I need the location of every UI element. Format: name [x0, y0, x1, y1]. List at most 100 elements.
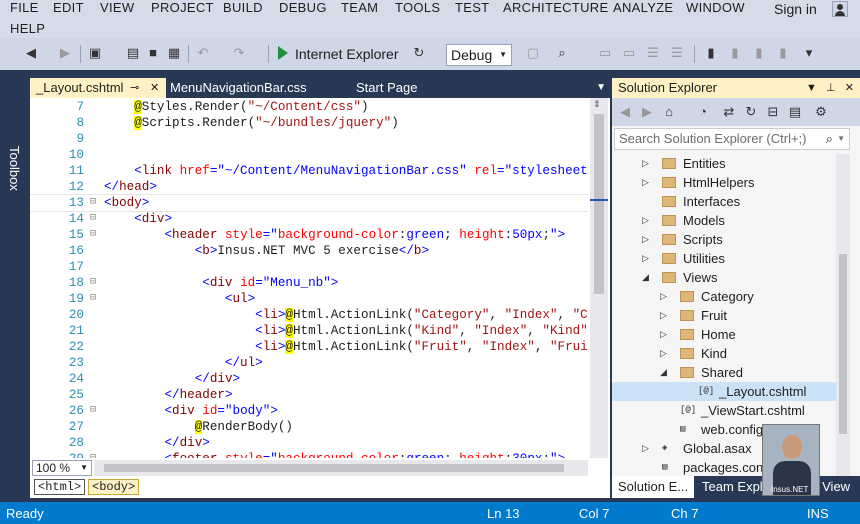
- code-area[interactable]: 7 @Styles.Render("~/Content/css") 8 @Scri…: [30, 98, 588, 458]
- back-icon[interactable]: ◀: [616, 103, 634, 121]
- pin-icon[interactable]: ⊸: [130, 78, 139, 98]
- tab-menunavigationbar-css[interactable]: MenuNavigationBar.css: [164, 78, 344, 98]
- tree-item[interactable]: Interfaces: [612, 192, 836, 211]
- solution-explorer-search[interactable]: Search Solution Explorer (Ctrl+;) ⌕ ▼: [614, 128, 850, 150]
- code-line[interactable]: 7 @Styles.Render("~/Content/css"): [30, 99, 588, 115]
- code-line[interactable]: 9: [30, 131, 588, 147]
- collapsed-arrow-icon[interactable]: ▷: [660, 344, 667, 363]
- code-line[interactable]: 8 @Scripts.Render("~/bundles/jquery"): [30, 115, 588, 131]
- tab-overflow-icon[interactable]: ▼: [596, 78, 606, 98]
- fold-toggle-icon[interactable]: ⊟: [90, 227, 102, 243]
- menu-architecture[interactable]: ARCHITECTURE: [503, 1, 608, 15]
- pin-icon[interactable]: ⊥: [826, 82, 836, 94]
- tab-solution-explorer[interactable]: Solution E...: [612, 476, 694, 498]
- collapsed-arrow-icon[interactable]: ▷: [642, 249, 649, 268]
- code-line[interactable]: 14 ⊟ <div>: [30, 211, 588, 227]
- user-icon[interactable]: [832, 1, 848, 17]
- fold-toggle-icon[interactable]: ⊟: [90, 195, 102, 211]
- scrollbar-thumb[interactable]: [839, 254, 847, 434]
- code-line[interactable]: 10: [30, 147, 588, 163]
- collapsed-arrow-icon[interactable]: ▷: [660, 306, 667, 325]
- zoom-select[interactable]: 100 % ▼: [32, 460, 92, 476]
- tree-item[interactable]: ▷ Kind: [612, 344, 836, 363]
- start-debugging-icon[interactable]: [278, 46, 288, 60]
- code-line[interactable]: 25 </header>: [30, 387, 588, 403]
- redo-icon[interactable]: ↷: [230, 44, 248, 62]
- fold-toggle-icon[interactable]: ⊟: [90, 211, 102, 227]
- collapsed-arrow-icon[interactable]: ▷: [642, 439, 649, 458]
- clear-bookmarks-icon[interactable]: ▮: [774, 44, 792, 62]
- code-line[interactable]: 20 <li>@Html.ActionLink("Category", "Ind…: [30, 307, 588, 323]
- navigate-back-icon[interactable]: ◀: [22, 44, 40, 62]
- menu-help[interactable]: HELP: [10, 22, 45, 36]
- menu-file[interactable]: FILE: [10, 1, 39, 15]
- code-line[interactable]: 13 ⊟ <body>: [30, 194, 588, 212]
- save-all-icon[interactable]: ▦: [165, 44, 183, 62]
- tree-item[interactable]: ▷ Entities: [612, 154, 836, 173]
- chevron-down-icon[interactable]: ▼: [837, 129, 845, 149]
- new-project-icon[interactable]: ▣: [86, 44, 104, 62]
- find-in-files-icon[interactable]: ⌕: [553, 44, 571, 62]
- sync-icon[interactable]: ⇄: [720, 103, 738, 121]
- next-bookmark-icon[interactable]: ▮: [750, 44, 768, 62]
- code-line[interactable]: 17: [30, 259, 588, 275]
- tree-item[interactable]: ▷ Category: [612, 287, 836, 306]
- menu-team[interactable]: TEAM: [341, 1, 378, 15]
- menu-window[interactable]: WINDOW: [686, 1, 745, 15]
- run-target-label[interactable]: Internet Explorer: [295, 46, 399, 62]
- editor-vertical-scrollbar[interactable]: ⇕: [590, 98, 608, 458]
- undo-icon[interactable]: ↶: [194, 44, 212, 62]
- tree-item[interactable]: ▷ HtmlHelpers: [612, 173, 836, 192]
- search-icon[interactable]: ⌕: [826, 129, 833, 149]
- forward-icon[interactable]: ▶: [638, 103, 656, 121]
- code-line[interactable]: 24 </div>: [30, 371, 588, 387]
- tree-item[interactable]: ◢ Views: [612, 268, 836, 287]
- editor-horizontal-scrollbar[interactable]: [94, 460, 588, 476]
- show-all-files-icon[interactable]: ▤: [786, 103, 804, 121]
- fold-toggle-icon[interactable]: ⊟: [90, 275, 102, 291]
- expanded-arrow-icon[interactable]: ◢: [642, 268, 649, 287]
- code-line[interactable]: 18 ⊟ <div id="Menu_nb">: [30, 275, 588, 291]
- tree-item[interactable]: [@] _Layout.cshtml: [612, 382, 836, 401]
- close-icon[interactable]: ✕: [845, 82, 854, 94]
- collapsed-arrow-icon[interactable]: ▷: [642, 230, 649, 249]
- code-line[interactable]: 21 <li>@Html.ActionLink("Kind", "Index",…: [30, 323, 588, 339]
- scrollbar-thumb[interactable]: [594, 114, 604, 294]
- tree-item[interactable]: ▷ Home: [612, 325, 836, 344]
- attach-icon[interactable]: ▢: [524, 44, 542, 62]
- code-line[interactable]: 11 <link href="~/Content/MenuNavigationB…: [30, 163, 588, 179]
- collapsed-arrow-icon[interactable]: ▷: [642, 154, 649, 173]
- open-file-icon[interactable]: ▤: [124, 44, 142, 62]
- code-line[interactable]: 27 @RenderBody(): [30, 419, 588, 435]
- breadcrumb-html[interactable]: <html>: [34, 479, 86, 495]
- fold-toggle-icon[interactable]: ⊟: [90, 291, 102, 307]
- toolbox-tab[interactable]: Toolbox: [7, 146, 22, 191]
- home-icon[interactable]: ⌂: [660, 103, 678, 121]
- fold-toggle-icon[interactable]: ⊟: [90, 403, 102, 419]
- tree-vertical-scrollbar[interactable]: [836, 154, 850, 476]
- indent-icon[interactable]: ☰: [644, 44, 662, 62]
- menu-edit[interactable]: EDIT: [53, 1, 84, 15]
- properties-icon[interactable]: ⚙: [812, 103, 830, 121]
- uncomment-icon[interactable]: ▭: [620, 44, 638, 62]
- scrollbar-thumb[interactable]: [104, 464, 564, 472]
- collapsed-arrow-icon[interactable]: ▷: [642, 211, 649, 230]
- collapse-all-icon[interactable]: ⊟: [764, 103, 782, 121]
- code-line[interactable]: 23 </ul>: [30, 355, 588, 371]
- outdent-icon[interactable]: ☰: [668, 44, 686, 62]
- prev-bookmark-icon[interactable]: ▮: [726, 44, 744, 62]
- menu-project[interactable]: PROJECT: [151, 1, 214, 15]
- code-line[interactable]: 15 ⊟ <header style="background-color:gree…: [30, 227, 588, 243]
- tree-item[interactable]: ◢ Shared: [612, 363, 836, 382]
- sign-in-link[interactable]: Sign in: [774, 1, 817, 17]
- code-line[interactable]: 12 </head>: [30, 179, 588, 195]
- tree-item[interactable]: ▷ Scripts: [612, 230, 836, 249]
- tab-layout-cshtml[interactable]: _Layout.cshtml ⊸ ✕: [30, 78, 166, 98]
- code-line[interactable]: 22 <li>@Html.ActionLink("Fruit", "Index"…: [30, 339, 588, 355]
- tree-item[interactable]: [@] _ViewStart.cshtml: [612, 401, 836, 420]
- tree-item[interactable]: ▷ Fruit: [612, 306, 836, 325]
- menu-debug[interactable]: DEBUG: [279, 1, 327, 15]
- tab-start-page[interactable]: Start Page: [350, 78, 460, 98]
- collapsed-arrow-icon[interactable]: ▷: [660, 325, 667, 344]
- menu-test[interactable]: TEST: [455, 1, 489, 15]
